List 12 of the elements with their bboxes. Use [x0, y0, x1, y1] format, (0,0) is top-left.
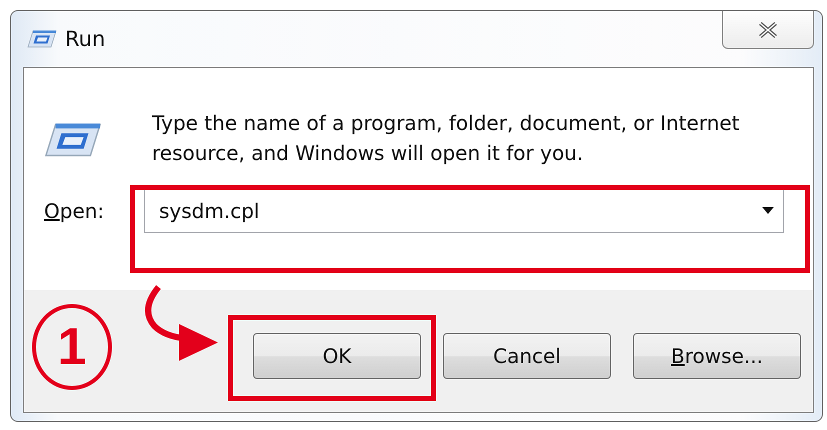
close-icon: [757, 20, 779, 38]
run-icon: [27, 29, 57, 49]
step-number: 1: [32, 304, 112, 390]
field-label: Open:: [44, 198, 106, 222]
close-button[interactable]: [722, 11, 814, 49]
open-combobox[interactable]: sysdm.cpl: [144, 188, 784, 233]
instruction-text: Type the name of a program, folder, document, or Internet resource, and Windows will open it for you.: [152, 110, 741, 167]
dropdown-caret-icon[interactable]: [762, 207, 774, 214]
window-title: Run: [65, 27, 106, 51]
dialog-button[interactable]: Cancel: [443, 333, 611, 379]
dialog-button[interactable]: Browse...: [633, 333, 801, 379]
dialog-button[interactable]: OK: [253, 333, 421, 379]
